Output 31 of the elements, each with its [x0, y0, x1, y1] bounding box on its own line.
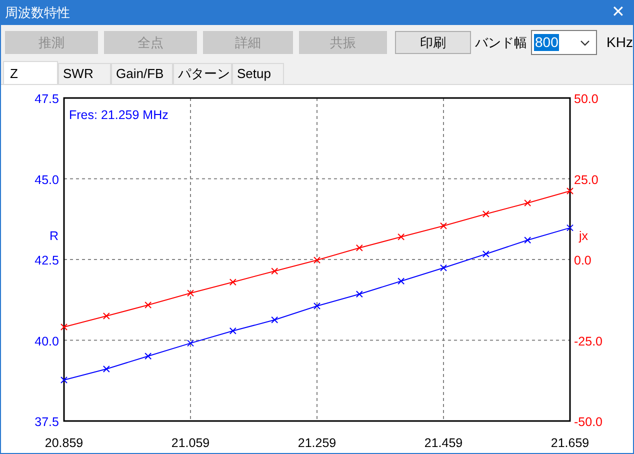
y-tick-label: 25.0 — [574, 172, 598, 187]
select-value: 800 — [534, 34, 560, 52]
tab[interactable]: パターン — [173, 63, 232, 84]
x-tick-label: 21.059 — [171, 436, 210, 450]
unit-label: KHz — [606, 33, 633, 52]
toolbar-button[interactable]: 印刷 — [395, 31, 471, 54]
tab[interactable]: Z — [3, 61, 58, 85]
x-tick-label: 21.259 — [298, 436, 336, 450]
y-tick-label: -50.0 — [574, 415, 602, 429]
y-tick-label: 50.0 — [574, 92, 598, 106]
annotation-text: Fres: 21.259 MHz — [69, 108, 168, 122]
bandwidth-select[interactable]: 800 — [531, 30, 597, 56]
axis-label: R — [49, 229, 59, 243]
axis-label: jx — [579, 229, 588, 243]
y-tick-label: 0.0 — [574, 254, 592, 268]
x-tick-label: 20.859 — [44, 436, 84, 450]
tab[interactable]: SWR — [58, 63, 111, 84]
y-tick-label: 47.5 — [34, 92, 59, 106]
y-tick-label: 40.0 — [34, 334, 59, 348]
tab[interactable]: Setup — [232, 63, 284, 84]
y-tick-label: 45.0 — [34, 172, 59, 187]
y-tick-label: -25.0 — [574, 334, 602, 348]
x-tick-label: 21.659 — [550, 436, 590, 450]
bandwidth-label: バンド幅 — [475, 34, 527, 52]
window-title: 周波数特性 — [5, 4, 70, 22]
close-button[interactable]: ✕ — [603, 1, 633, 25]
tab[interactable]: Gain/FB — [111, 63, 173, 84]
chevron-icon — [580, 40, 590, 46]
y-tick-label: 37.5 — [34, 415, 59, 429]
x-tick-label: 21.459 — [424, 436, 463, 450]
y-tick-label: 42.5 — [34, 254, 59, 268]
